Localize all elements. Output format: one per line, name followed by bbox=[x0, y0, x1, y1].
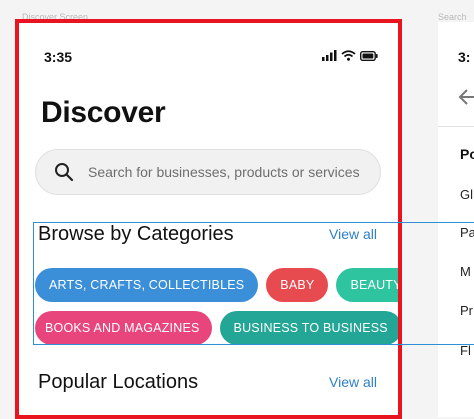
section-heading: Po bbox=[460, 146, 474, 162]
list-item[interactable]: M bbox=[460, 264, 471, 279]
divider bbox=[438, 126, 474, 127]
page-title: Discover bbox=[41, 96, 166, 129]
wifi-icon bbox=[341, 50, 356, 61]
locations-title: Popular Locations bbox=[38, 371, 199, 393]
frame-label-discover: Discover Screen bbox=[22, 12, 89, 22]
discover-screen: 3:35 Discover Search for businesses, pro… bbox=[18, 22, 402, 417]
list-item[interactable]: Pa bbox=[460, 225, 474, 240]
battery-icon bbox=[360, 50, 378, 61]
signal-icon bbox=[322, 50, 337, 61]
list-item[interactable]: Fl bbox=[460, 343, 471, 358]
list-item[interactable]: Gl bbox=[460, 187, 473, 202]
search-placeholder: Search for businesses, products or servi… bbox=[88, 164, 360, 180]
category-chip[interactable]: BOOKS AND MAGAZINES bbox=[35, 311, 212, 345]
category-row-1: ARTS, CRAFTS, COLLECTIBLES BABY BEAUTY A… bbox=[35, 268, 402, 302]
categories-title: Browse by Categories bbox=[38, 223, 234, 245]
status-time: 3: bbox=[458, 49, 471, 65]
status-icons bbox=[322, 50, 378, 61]
search-input[interactable]: Search for businesses, products or servi… bbox=[35, 149, 381, 195]
categories-view-all-link[interactable]: View all bbox=[329, 226, 377, 242]
category-chip[interactable]: BEAUTY AND bbox=[336, 268, 402, 302]
search-screen: 3: Po Gl Pa M Pr Fl bbox=[438, 22, 474, 417]
category-row-2: BOOKS AND MAGAZINES BUSINESS TO BUSINESS… bbox=[35, 311, 402, 345]
back-arrow-icon[interactable] bbox=[458, 88, 474, 111]
category-chip[interactable]: ARTS, CRAFTS, COLLECTIBLES bbox=[35, 268, 259, 302]
list-item[interactable]: Pr bbox=[460, 303, 473, 318]
category-chip[interactable]: BUSINESS TO BUSINESS bbox=[219, 311, 402, 345]
status-time: 3:35 bbox=[44, 49, 73, 65]
category-chip[interactable]: BABY bbox=[266, 268, 329, 302]
locations-view-all-link[interactable]: View all bbox=[329, 374, 377, 390]
search-icon bbox=[54, 162, 74, 182]
